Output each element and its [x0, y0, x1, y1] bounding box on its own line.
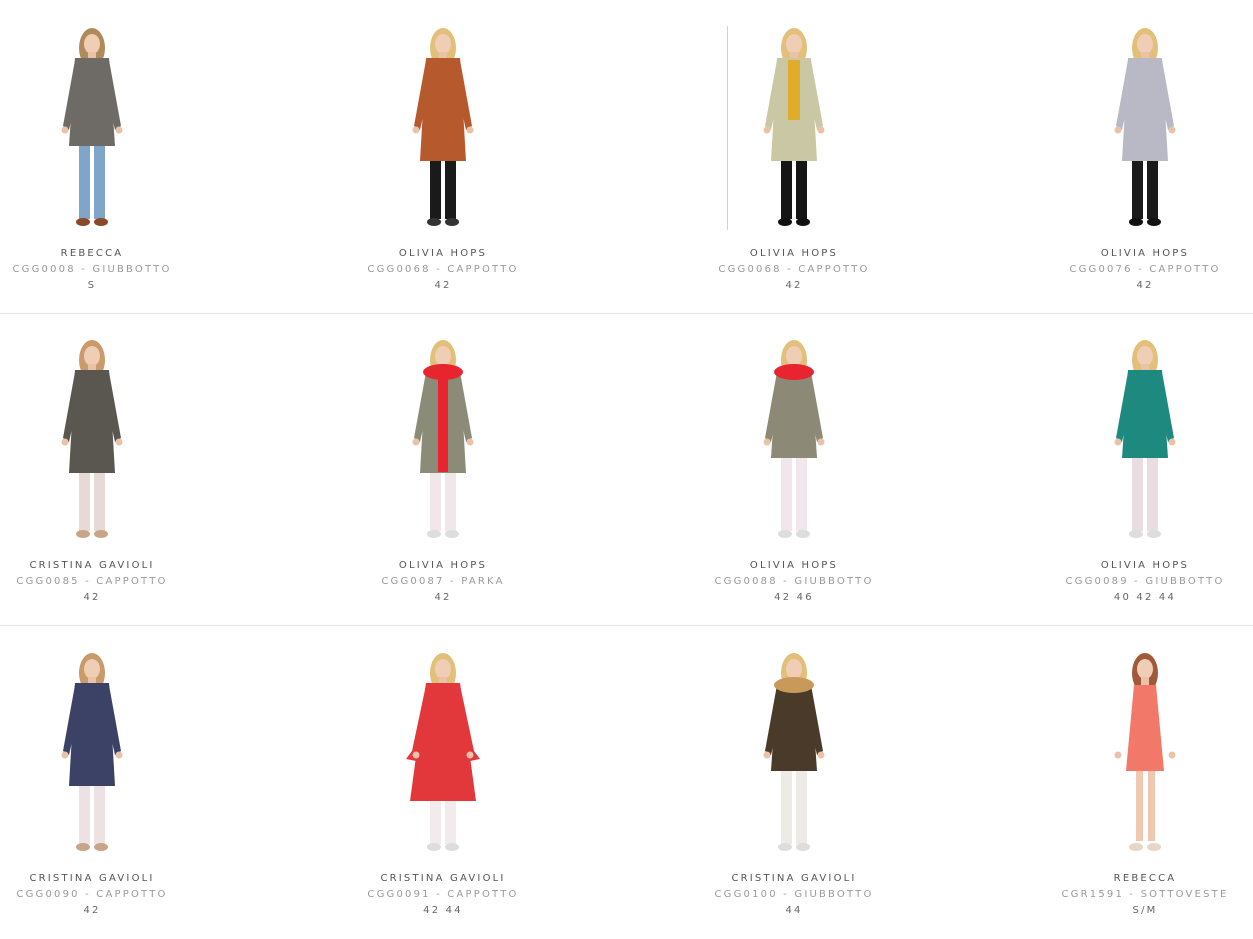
product-code: CGG0088 - GIUBBOTTO — [714, 576, 874, 587]
product-brand: CRISTINA GAVIOLI — [29, 560, 155, 571]
product-image[interactable] — [1070, 338, 1220, 543]
product-sizes: 42 — [83, 592, 101, 603]
product-card[interactable]: CRISTINA GAVIOLI CGG0100 - GIUBBOTTO 44 — [704, 627, 884, 939]
product-card[interactable]: OLIVIA HOPS CGG0068 - CAPPOTTO 42 — [704, 2, 884, 314]
product-code: CGG0085 - CAPPOTTO — [16, 576, 168, 587]
product-image[interactable] — [719, 651, 869, 856]
product-sizes: 44 — [785, 905, 803, 916]
product-card[interactable]: CRISTINA GAVIOLI CGG0091 - CAPPOTTO 42 44 — [353, 627, 533, 939]
product-card[interactable]: OLIVIA HOPS CGG0076 - CAPPOTTO 42 — [1055, 2, 1235, 314]
product-image[interactable] — [17, 26, 167, 231]
product-brand: OLIVIA HOPS — [398, 248, 488, 259]
product-image[interactable] — [17, 338, 167, 543]
product-card[interactable]: REBECCA CGG0008 - GIUBBOTTO S — [2, 2, 182, 314]
product-code: CGG0068 - CAPPOTTO — [367, 264, 519, 275]
product-image[interactable] — [368, 651, 518, 856]
product-image[interactable] — [368, 338, 518, 543]
product-brand: OLIVIA HOPS — [749, 560, 839, 571]
product-code: CGG0068 - CAPPOTTO — [718, 264, 870, 275]
product-brand: REBECCA — [1113, 873, 1177, 884]
product-brand: CRISTINA GAVIOLI — [380, 873, 506, 884]
product-image[interactable] — [368, 26, 518, 231]
product-image[interactable] — [1070, 651, 1220, 856]
product-card[interactable]: OLIVIA HOPS CGG0088 - GIUBBOTTO 42 46 — [704, 314, 884, 626]
product-sizes: 42 44 — [423, 905, 463, 916]
product-image[interactable] — [719, 26, 869, 231]
product-brand: OLIVIA HOPS — [1100, 560, 1190, 571]
product-sizes: 42 — [83, 905, 101, 916]
product-card[interactable]: OLIVIA HOPS CGG0089 - GIUBBOTTO 40 42 44 — [1055, 314, 1235, 626]
product-sizes: 42 — [434, 280, 452, 291]
product-brand: REBECCA — [60, 248, 124, 259]
product-code: CGG0076 - CAPPOTTO — [1069, 264, 1221, 275]
product-brand: OLIVIA HOPS — [398, 560, 488, 571]
product-brand: CRISTINA GAVIOLI — [731, 873, 857, 884]
product-card[interactable]: OLIVIA HOPS CGG0068 - CAPPOTTO 42 — [353, 2, 533, 314]
product-sizes: S/M — [1132, 905, 1158, 916]
product-code: CGR1591 - SOTTOVESTE — [1061, 889, 1229, 900]
product-card[interactable]: REBECCA CGR1591 - SOTTOVESTE S/M — [1055, 627, 1235, 939]
product-card[interactable]: CRISTINA GAVIOLI CGG0085 - CAPPOTTO 42 — [2, 314, 182, 626]
product-sizes: 42 — [1136, 280, 1154, 291]
product-brand: CRISTINA GAVIOLI — [29, 873, 155, 884]
product-grid: REBECCA CGG0008 - GIUBBOTTO S OLIVIA HOPS CG… — [0, 0, 1253, 920]
product-image[interactable] — [17, 651, 167, 856]
product-code: CGG0008 - GIUBBOTTO — [12, 264, 172, 275]
product-image[interactable] — [719, 338, 869, 543]
product-code: CGG0100 - GIUBBOTTO — [714, 889, 874, 900]
product-sizes: 42 — [785, 280, 803, 291]
product-code: CGG0091 - CAPPOTTO — [367, 889, 519, 900]
product-brand: OLIVIA HOPS — [1100, 248, 1190, 259]
product-card[interactable]: OLIVIA HOPS CGG0087 - PARKA 42 — [353, 314, 533, 626]
product-sizes: 42 — [434, 592, 452, 603]
product-card[interactable]: CRISTINA GAVIOLI CGG0090 - CAPPOTTO 42 — [2, 627, 182, 939]
product-code: CGG0087 - PARKA — [381, 576, 505, 587]
product-code: CGG0090 - CAPPOTTO — [16, 889, 168, 900]
product-image[interactable] — [1070, 26, 1220, 231]
product-sizes: 40 42 44 — [1113, 592, 1177, 603]
product-sizes: S — [87, 280, 97, 291]
product-brand: OLIVIA HOPS — [749, 248, 839, 259]
product-code: CGG0089 - GIUBBOTTO — [1065, 576, 1225, 587]
product-sizes: 42 46 — [774, 592, 814, 603]
